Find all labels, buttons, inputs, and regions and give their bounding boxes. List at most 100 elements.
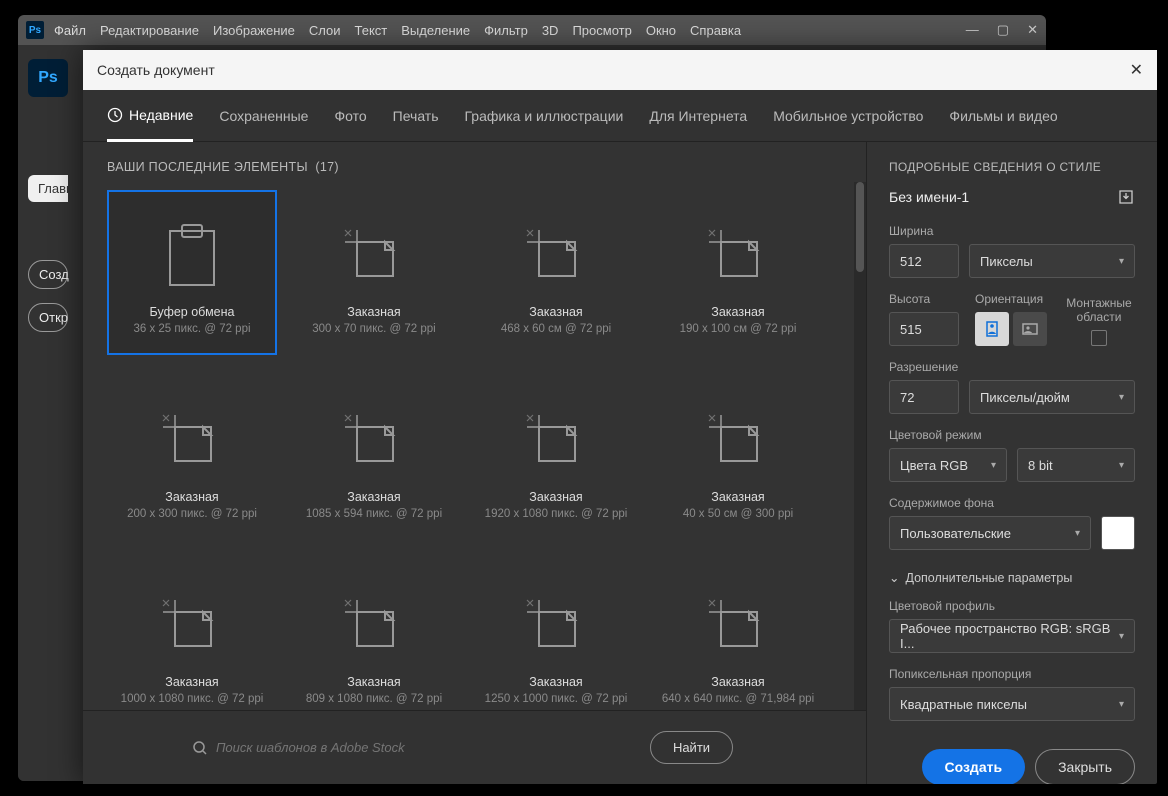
- close-button[interactable]: Закрыть: [1035, 749, 1135, 784]
- preset-item[interactable]: Заказная 640 x 640 пикс. @ 71,984 ppi: [653, 560, 823, 710]
- resolution-unit-label: Пикселы/дюйм: [980, 390, 1070, 405]
- menu-layers[interactable]: Слои: [309, 23, 341, 38]
- profile-value: Рабочее пространство RGB: sRGB I...: [900, 621, 1119, 651]
- resolution-label: Разрешение: [889, 360, 1135, 374]
- preset-item[interactable]: Заказная809 x 1080 пикс. @ 72 ppi: [289, 560, 459, 710]
- document-icon: [339, 581, 409, 671]
- orientation-label: Ориентация: [975, 292, 1047, 306]
- document-icon: [703, 396, 773, 486]
- scrollbar-thumb[interactable]: [856, 182, 864, 272]
- presets-grid: Буфер обмена36 x 25 пикс. @ 72 ppiЗаказн…: [83, 182, 854, 710]
- presets-pane: ВАШИ ПОСЛЕДНИЕ ЭЛЕМЕНТЫ (17) Буфер обмен…: [83, 142, 867, 784]
- create-button[interactable]: Создать: [922, 749, 1026, 784]
- tab-mobile[interactable]: Мобильное устройство: [773, 90, 923, 141]
- preset-title: Заказная: [711, 675, 764, 689]
- preset-subtitle: 1085 x 594 пикс. @ 72 ppi: [306, 508, 442, 520]
- menu-file[interactable]: Файл: [54, 23, 86, 38]
- tab-web[interactable]: Для Интернета: [649, 90, 747, 141]
- chevron-down-icon: ▾: [1119, 460, 1124, 471]
- preset-item[interactable]: Буфер обмена36 x 25 пикс. @ 72 ppi: [107, 190, 277, 355]
- preset-item[interactable]: Заказная 1085 x 594 пикс. @ 72 ppi: [289, 375, 459, 540]
- home-open-button[interactable]: Откр: [28, 303, 68, 332]
- profile-label: Цветовой профиль: [889, 599, 1135, 613]
- artboards-checkbox[interactable]: [1091, 330, 1107, 346]
- width-unit-select[interactable]: Пикселы▾: [969, 244, 1135, 278]
- maximize-icon[interactable]: ▢: [997, 22, 1009, 38]
- chevron-down-icon: ▾: [1119, 631, 1124, 642]
- resolution-unit-select[interactable]: Пикселы/дюйм ▾: [969, 380, 1135, 414]
- search-input[interactable]: [216, 740, 620, 755]
- preset-item[interactable]: Заказная1250 x 1000 пикс. @ 72 ppi: [471, 560, 641, 710]
- preset-details-pane: ПОДРОБНЫЕ СВЕДЕНИЯ О СТИЛЕ Без имени-1 Ш…: [867, 142, 1157, 784]
- preset-subtitle: 190 x 100 см @ 72 ppi: [680, 323, 797, 335]
- menu-filter[interactable]: Фильтр: [484, 23, 528, 38]
- dialog-close-button[interactable]: ✕: [1130, 60, 1143, 80]
- preset-name[interactable]: Без имени-1: [889, 189, 969, 205]
- preset-item[interactable]: Заказная190 x 100 см @ 72 ppi: [653, 190, 823, 355]
- preset-subtitle: 1920 x 1080 пикс. @ 72 ppi: [485, 508, 628, 520]
- menu-3d[interactable]: 3D: [542, 23, 559, 38]
- menu-help[interactable]: Справка: [690, 23, 741, 38]
- minimize-icon[interactable]: —: [966, 22, 979, 38]
- height-input[interactable]: 515: [889, 312, 959, 346]
- preset-subtitle: 300 x 70 пикс. @ 72 ppi: [312, 323, 435, 335]
- orientation-landscape[interactable]: [1013, 312, 1047, 346]
- preset-title: Заказная: [165, 675, 218, 689]
- preset-item[interactable]: Заказная1920 x 1080 пикс. @ 72 ppi: [471, 375, 641, 540]
- ps-home-logo-icon: Ps: [28, 59, 68, 97]
- orientation-portrait[interactable]: [975, 312, 1009, 346]
- menu-window[interactable]: Окно: [646, 23, 676, 38]
- menu-image[interactable]: Изображение: [213, 23, 295, 38]
- new-document-dialog: Создать документ ✕ Недавние Сохраненные …: [83, 50, 1157, 784]
- bg-color-swatch[interactable]: [1101, 516, 1135, 550]
- bg-label: Содержимое фона: [889, 496, 1135, 510]
- menu-edit[interactable]: Редактирование: [100, 23, 199, 38]
- preset-subtitle: 640 x 640 пикс. @ 71,984 ppi: [662, 693, 814, 705]
- tab-photo[interactable]: Фото: [334, 90, 366, 141]
- color-mode-label: Цветовой режим: [889, 428, 1135, 442]
- pixel-ratio-select[interactable]: Квадратные пикселы▾: [889, 687, 1135, 721]
- tab-art[interactable]: Графика и иллюстрации: [465, 90, 624, 141]
- menu-select[interactable]: Выделение: [401, 23, 470, 38]
- search-box[interactable]: [176, 729, 636, 767]
- tab-recent-label: Недавние: [129, 107, 193, 123]
- find-button[interactable]: Найти: [650, 731, 733, 764]
- preset-item[interactable]: Заказная300 x 70 пикс. @ 72 ppi: [289, 190, 459, 355]
- tab-film[interactable]: Фильмы и видео: [949, 90, 1057, 141]
- advanced-label: Дополнительные параметры: [905, 571, 1072, 585]
- home-tab-main[interactable]: Главн: [28, 175, 68, 202]
- preset-subtitle: 36 x 25 пикс. @ 72 ppi: [133, 323, 250, 335]
- resolution-input[interactable]: 72: [889, 380, 959, 414]
- tab-print[interactable]: Печать: [393, 90, 439, 141]
- tab-saved[interactable]: Сохраненные: [219, 90, 308, 141]
- menu-text[interactable]: Текст: [355, 23, 388, 38]
- presets-header-count: (17): [315, 160, 338, 174]
- color-profile-select[interactable]: Рабочее пространство RGB: sRGB I...▾: [889, 619, 1135, 653]
- width-input[interactable]: 512: [889, 244, 959, 278]
- document-icon: [157, 581, 227, 671]
- save-preset-icon[interactable]: [1117, 188, 1135, 206]
- preset-item[interactable]: Заказная40 x 50 см @ 300 ppi: [653, 375, 823, 540]
- tab-recent[interactable]: Недавние: [107, 91, 193, 142]
- preset-item[interactable]: Заказная200 x 300 пикс. @ 72 ppi: [107, 375, 277, 540]
- preset-title: Заказная: [347, 490, 400, 504]
- menu-view[interactable]: Просмотр: [572, 23, 631, 38]
- clock-icon: [107, 107, 123, 123]
- chevron-down-icon: ▾: [1119, 392, 1124, 403]
- preset-subtitle: 200 x 300 пикс. @ 72 ppi: [127, 508, 257, 520]
- close-window-icon[interactable]: ✕: [1027, 22, 1038, 38]
- color-mode-select[interactable]: Цвета RGB▾: [889, 448, 1007, 482]
- preset-item[interactable]: Заказная1000 x 1080 пикс. @ 72 ppi: [107, 560, 277, 710]
- scrollbar[interactable]: [854, 182, 866, 710]
- advanced-toggle[interactable]: ⌄ Дополнительные параметры: [889, 570, 1135, 585]
- bit-depth-value: 8 bit: [1028, 458, 1053, 473]
- preset-item[interactable]: Заказная468 x 60 см @ 72 ppi: [471, 190, 641, 355]
- bit-depth-select[interactable]: 8 bit ▾: [1017, 448, 1135, 482]
- search-icon: [192, 740, 208, 756]
- bg-select[interactable]: Пользовательские▾: [889, 516, 1091, 550]
- width-unit-label: Пикселы: [980, 254, 1033, 269]
- chevron-down-icon: ▾: [1119, 699, 1124, 710]
- home-create-button[interactable]: Созд: [28, 260, 68, 289]
- document-icon: [157, 396, 227, 486]
- presets-header-label: ВАШИ ПОСЛЕДНИЕ ЭЛЕМЕНТЫ: [107, 160, 308, 174]
